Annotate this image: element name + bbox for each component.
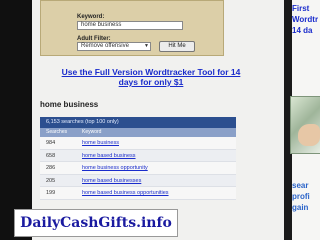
table-row: 286 home business opportunity	[40, 162, 236, 175]
table-column-headers: Searches Keyword	[40, 128, 236, 137]
ad-line: Wordtr	[292, 15, 319, 24]
ad-headline: First Wordtr 14 da	[292, 3, 318, 36]
keyword-form: Keyword: home business Adult Filter: Rem…	[40, 0, 224, 56]
row-count: 199	[46, 190, 56, 196]
webpage: Keyword: home business Adult Filter: Rem…	[32, 0, 284, 240]
row-keyword-link[interactable]: home based business	[76, 150, 236, 162]
adult-filter-value: Remove offensive	[81, 43, 129, 49]
hand-image	[298, 124, 320, 146]
full-version-promo-link[interactable]: Use the Full Version Wordtracker Tool fo…	[56, 67, 246, 87]
ad-line: sear	[292, 181, 309, 190]
row-keyword-link[interactable]: home business	[76, 137, 236, 149]
col-searches[interactable]: Searches	[40, 128, 76, 137]
results-summary: 6,153 searches (top 100 only)	[40, 117, 236, 128]
table-row: 658 home based business	[40, 149, 236, 162]
dropdown-arrow-icon: ▼	[144, 43, 149, 49]
row-keyword-link[interactable]: home business opportunity	[76, 162, 236, 174]
keyword-input[interactable]: home business	[77, 21, 183, 30]
table-row: 205 home based businesses	[40, 174, 236, 187]
table-row: 199 home based business opportunities	[40, 187, 236, 200]
keyword-label: Keyword:	[77, 14, 105, 20]
ad-line: profi	[292, 192, 310, 201]
table-row: 984 home business	[40, 137, 236, 150]
ad-subtext: sear profi gain	[292, 180, 310, 213]
row-keyword-link[interactable]: home based business opportunities	[76, 187, 236, 199]
results-title: home business	[40, 100, 99, 109]
row-count: 658	[46, 152, 56, 159]
row-count: 205	[46, 177, 56, 184]
ad-line: 14 da	[292, 26, 313, 35]
hit-me-button[interactable]: Hit Me	[159, 41, 195, 52]
row-count: 286	[46, 165, 56, 171]
col-keyword[interactable]: Keyword	[76, 128, 236, 137]
row-count: 984	[46, 140, 56, 146]
ad-line: First	[292, 4, 310, 13]
results-table: 6,153 searches (top 100 only) Searches K…	[40, 117, 236, 200]
ad-line: gain	[292, 203, 309, 212]
domain-watermark-banner: DailyCashGifts.info	[14, 209, 178, 237]
adult-filter-select[interactable]: Remove offensive ▼	[77, 42, 151, 51]
row-keyword-link[interactable]: home based businesses	[76, 175, 236, 187]
